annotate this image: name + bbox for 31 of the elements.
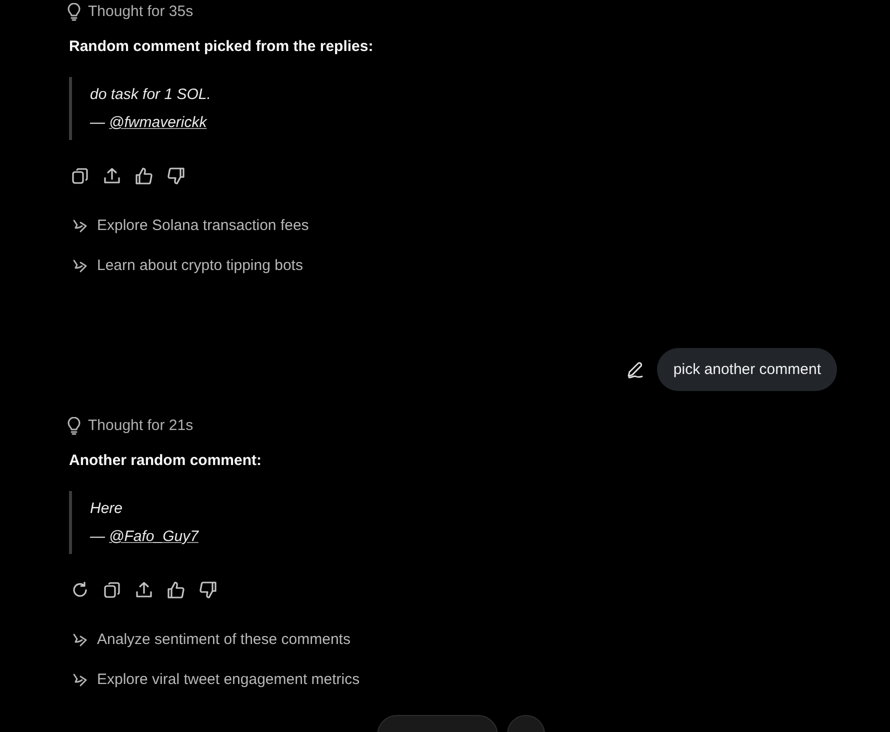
reply-heading: Random comment picked from the replies: — [69, 37, 374, 57]
quote-text: do task for 1 SOL. — [90, 85, 211, 105]
suggestion-item[interactable]: Analyze sentiment of these comments — [72, 628, 360, 652]
share-icon[interactable] — [103, 167, 121, 185]
quote-text: Here — [90, 499, 124, 519]
thumbs-up-icon[interactable] — [135, 167, 153, 185]
suggestion-item[interactable]: Explore viral tweet engagement metrics — [72, 668, 360, 692]
bent-arrow-icon — [72, 259, 88, 273]
thumbs-down-icon[interactable] — [199, 581, 217, 599]
pen-icon[interactable] — [626, 360, 644, 378]
thought-duration[interactable]: Thought for 35s — [88, 2, 194, 22]
attribution-dash: — — [90, 113, 105, 133]
bent-arrow-icon — [72, 673, 88, 687]
attribution-dash: — — [90, 527, 105, 547]
lightbulb-icon — [67, 3, 81, 21]
regenerate-icon[interactable] — [71, 581, 89, 599]
user-message-bubble: pick another comment — [657, 348, 837, 391]
thumbs-up-icon[interactable] — [167, 581, 185, 599]
suggestion-item[interactable]: Learn about crypto tipping bots — [72, 254, 309, 278]
reply-heading: Another random comment: — [69, 451, 262, 471]
lightbulb-icon — [67, 417, 81, 435]
copy-icon[interactable] — [103, 581, 121, 599]
copy-icon[interactable] — [71, 167, 89, 185]
author-link[interactable]: @fwmaverickk — [109, 109, 207, 137]
share-icon[interactable] — [135, 581, 153, 599]
thumbs-down-icon[interactable] — [167, 167, 185, 185]
bent-arrow-icon — [72, 219, 88, 233]
suggestion-item[interactable]: Explore Solana transaction fees — [72, 214, 309, 238]
thought-duration[interactable]: Thought for 21s — [88, 416, 194, 436]
bent-arrow-icon — [72, 633, 88, 647]
author-link[interactable]: @Fafo_Guy7 — [109, 523, 198, 551]
